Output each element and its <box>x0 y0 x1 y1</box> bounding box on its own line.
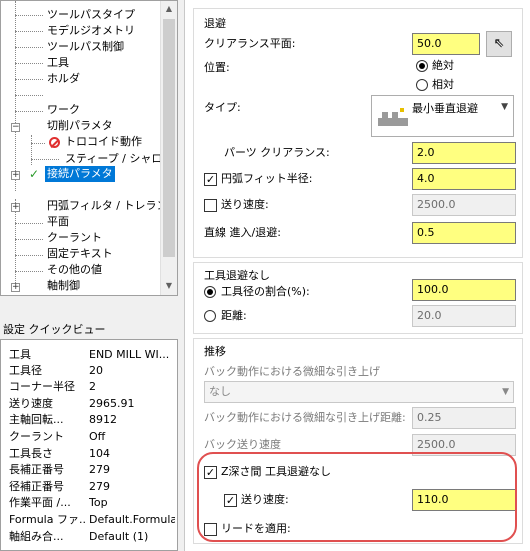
tree-item-canned-text[interactable]: 固定テキスト <box>47 246 113 262</box>
tree-item-coolant[interactable]: クーラント <box>47 230 102 246</box>
collapse-icon[interactable]: − <box>11 123 20 132</box>
linear-entry-label: 直線 進入/退避: <box>204 226 281 239</box>
scroll-down-icon[interactable]: ▼ <box>161 278 177 294</box>
retract-type-icon <box>378 100 408 132</box>
tree-item-planes[interactable]: 平面 <box>47 214 69 230</box>
select-point-button[interactable]: ⇖ <box>486 31 512 57</box>
feed-checkbox[interactable] <box>204 199 217 212</box>
distance-radio[interactable] <box>204 310 216 322</box>
tree-item-toolpath-control[interactable]: ツールパス制御 <box>47 39 124 55</box>
tree-item-trochoidal-motion[interactable]: トロコイド動作 <box>65 134 142 150</box>
position-label: 位置: <box>204 61 230 74</box>
incremental-label: 相対 <box>432 78 454 91</box>
tree-scrollbar[interactable]: ▲ ▼ <box>160 1 177 295</box>
distance-input[interactable]: 20.0 <box>412 305 516 327</box>
transition-title: 推移 <box>204 345 226 358</box>
distance-label: 距離: <box>221 309 247 322</box>
absolute-radio[interactable] <box>416 60 428 72</box>
expand-icon[interactable]: + <box>11 203 20 212</box>
tree-item-linking-parameters[interactable]: 接続パラメタ <box>45 166 115 182</box>
back-micro-label: バック動作における微細な引き上げ <box>204 365 380 378</box>
back-micro-dist-input[interactable]: 0.25 <box>412 407 516 429</box>
incremental-radio[interactable] <box>416 79 428 91</box>
arc-fit-input[interactable]: 4.0 <box>412 168 516 190</box>
tool-dia-input[interactable]: 100.0 <box>412 279 516 301</box>
arc-fit-label: 円弧フィット半径: <box>221 172 313 185</box>
check-icon: ✓ <box>29 167 40 181</box>
type-label: タイプ: <box>204 101 241 114</box>
tree-item-model-geometry[interactable]: モデルジオメトリ <box>47 23 135 39</box>
tree-item-misc-values[interactable]: その他の値 <box>47 262 102 278</box>
linear-entry-input[interactable]: 0.5 <box>412 222 516 244</box>
retract-title: 退避 <box>204 17 226 30</box>
scroll-up-icon[interactable]: ▲ <box>161 1 177 17</box>
tree-item-cut-parameters[interactable]: 切削パラメタ <box>47 118 113 134</box>
cursor-icon: ⇖ <box>493 36 505 51</box>
no-retract-title: 工具退避なし <box>204 269 270 282</box>
arc-fit-checkbox[interactable]: ✓ <box>204 173 217 186</box>
tree-item-steep-shallow[interactable]: スティープ / シャロー <box>65 151 173 167</box>
tree-item-tool[interactable]: 工具 <box>47 55 69 71</box>
back-micro-select[interactable]: なし ▼ <box>204 381 514 403</box>
tree-item-toolpath-type[interactable]: ツールパスタイプ <box>47 7 135 23</box>
tree-item-axis-control[interactable]: 軸制御 <box>47 278 80 294</box>
feed-input[interactable]: 2500.0 <box>412 194 516 216</box>
quickview-title: 設定 クイックビュー <box>3 323 106 336</box>
clearance-input[interactable]: 50.0 <box>412 33 480 55</box>
prohibited-icon <box>49 137 60 149</box>
chevron-down-icon: ▼ <box>501 102 508 112</box>
absolute-label: 絶対 <box>432 59 454 72</box>
chevron-down-icon: ▼ <box>502 387 509 397</box>
tree-item-holder[interactable]: ホルダ <box>47 71 80 87</box>
expand-icon[interactable]: + <box>11 171 20 180</box>
tool-dia-label: 工具径の割合(%): <box>221 285 310 298</box>
tool-dia-radio[interactable] <box>204 286 216 298</box>
tree-item-arc-filter-tolerance[interactable]: 円弧フィルタ / トレランス <box>47 198 177 214</box>
no-retract-group: 工具退避なし 工具径の割合(%): 100.0 距離: 20.0 <box>193 262 523 334</box>
parameter-tree[interactable]: ツールパスタイプ モデルジオメトリ ツールパス制御 工具 ホルダ ワーク − 切… <box>0 0 178 296</box>
clearance-label: クリアランス平面: <box>204 37 296 50</box>
back-micro-dist-label: バック動作における微細な引き上げ距離: <box>204 411 406 424</box>
part-clearance-input[interactable]: 2.0 <box>412 142 516 164</box>
scrollbar-thumb[interactable] <box>163 19 175 257</box>
feed-label: 送り速度: <box>221 198 269 211</box>
quickview-panel: 工具 END MILL WI... 工具径 20 コーナー半径 2 送り速度 2965.… <box>0 339 178 551</box>
part-clearance-label: パーツ クリアランス: <box>224 146 330 159</box>
highlight-annotation <box>197 452 517 542</box>
expand-icon[interactable]: + <box>11 283 20 292</box>
retract-type-select[interactable]: 最小垂直退避 ▼ <box>371 95 514 137</box>
tree-item-stock[interactable]: ワーク <box>47 102 80 118</box>
retract-group: 退避 クリアランス平面: 50.0 ⇖ 位置: 絶対 相対 タイプ: 最小垂直退… <box>193 8 523 258</box>
